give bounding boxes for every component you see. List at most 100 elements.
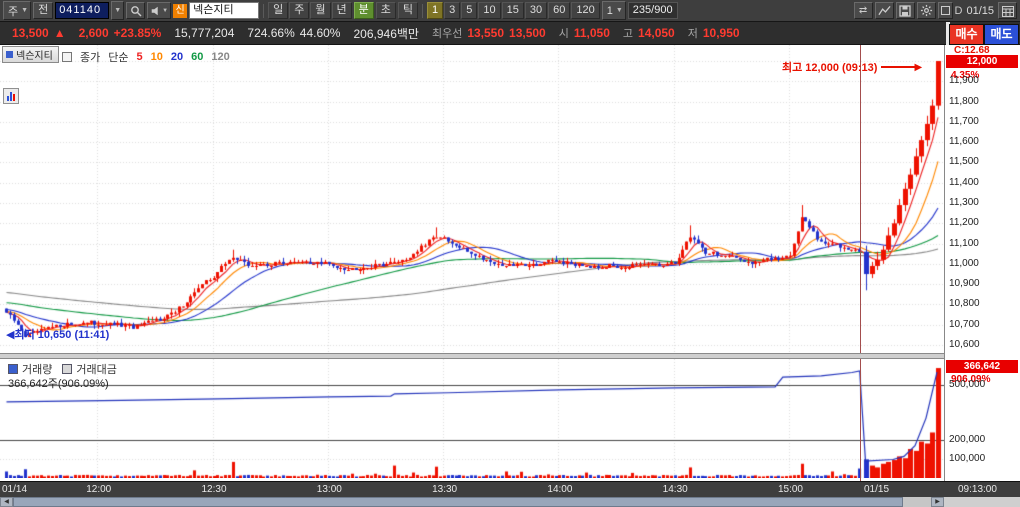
stock-code-input[interactable]: 041140 (55, 2, 110, 19)
ma-period-label-60: 60 (191, 51, 204, 63)
time-axis-label: 14:00 (547, 484, 573, 495)
stock-name-input[interactable]: 넥슨지티 (189, 2, 260, 19)
interval-button-15[interactable]: 15 (501, 2, 524, 19)
trade-value: 206,946백만 (353, 26, 419, 41)
volume-legend-icon[interactable] (8, 364, 18, 374)
toolbar-separator (422, 3, 423, 18)
low-price: 10,950 (702, 26, 740, 40)
time-axis-label: 01/14 (2, 484, 28, 495)
price-tick-label: 11,800 (949, 95, 979, 107)
chart-type-combo[interactable]: 주 ▼ (3, 1, 32, 20)
speaker-icon[interactable]: ▼ (147, 2, 172, 19)
stock-chart-window: 주 ▼ 전 041140 ▼ ▼ 신 넥슨지티 일주월년 분 초 틱 1 3 5 10… (0, 0, 1020, 507)
toolbar-separator (263, 3, 265, 18)
legend-checkbox-icon[interactable] (62, 52, 72, 62)
high-annotation: 최고 12,000 (09:13) ▶ (782, 61, 923, 75)
ma-period-label-120: 120 (211, 51, 230, 63)
interval-button-30[interactable]: 30 (524, 2, 548, 19)
code-history-dropdown[interactable]: ▼ (111, 1, 125, 20)
chart-tab[interactable]: 넥슨지티 (2, 46, 59, 63)
scrollbar-corner (944, 497, 1020, 507)
time-axis-label: 14:30 (662, 484, 688, 495)
interval-button-group: 1 3 5 10 15 30 60 120 (427, 2, 600, 19)
pane-splitter[interactable] (0, 353, 1020, 359)
current-price: 13,500 (12, 26, 49, 40)
low-label: 저 (687, 28, 698, 40)
time-axis-label: 13:30 (432, 484, 458, 495)
value-legend-icon[interactable] (62, 364, 73, 374)
high-price: 14,050 (638, 26, 675, 40)
volume-chart-canvas[interactable] (0, 359, 944, 478)
timeframe-button-group: 일주월년 (268, 2, 352, 19)
time-axis-label: 01/15 (863, 484, 890, 495)
interval-button-3[interactable]: 3 (444, 2, 461, 19)
volume-today: 15,777,204 (174, 26, 235, 40)
price-tick-label: 11,700 (949, 115, 979, 127)
last-volume-box: 366,642 (946, 360, 1018, 373)
chevron-down-icon: ▼ (162, 7, 169, 14)
timeframe-second-button[interactable]: 초 (375, 2, 396, 19)
timeframe-button-1[interactable]: 주 (289, 2, 310, 19)
chart-tab-label: 넥슨지티 (16, 51, 53, 62)
timeframe-minute-button[interactable]: 분 (353, 2, 374, 19)
timeframe-button-3[interactable]: 년 (331, 2, 352, 19)
calendar-icon[interactable] (998, 2, 1017, 19)
ma-period-label-5: 5 (136, 51, 143, 63)
chart-tab-icon (6, 51, 13, 58)
ma-period-list: 5 10 20 60 120 (137, 51, 230, 63)
turnover-pct: 44.60% (299, 26, 341, 40)
arrow-right-icon: ▶ (914, 61, 923, 73)
horizontal-scrollbar[interactable]: ◀ ▶ (0, 497, 1020, 507)
ma-legend: 종가 단순 5 10 20 60 120 (62, 49, 230, 65)
scroll-right-button[interactable]: ▶ (931, 497, 944, 507)
price-tick-label: 11,300 (949, 197, 979, 209)
compare-arrows-icon[interactable]: ⇄ (853, 2, 873, 19)
price-change-pct: +23.85% (113, 26, 162, 40)
scroll-left-button[interactable]: ◀ (0, 497, 13, 507)
chart-type-combo-label: 주 (8, 5, 19, 18)
price-tick-label: 11,600 (949, 136, 979, 148)
chevron-down-icon: ▼ (21, 7, 29, 14)
scrollbar-thumb[interactable] (13, 497, 903, 507)
time-axis-label: 13:00 (316, 484, 342, 495)
legend-close-label: 종가 (80, 52, 101, 64)
credit-badge: 신 (173, 3, 188, 18)
prev-stock-button[interactable]: 전 (33, 2, 54, 19)
timeframe-button-0[interactable]: 일 (268, 2, 289, 19)
high-label: 고 (622, 28, 634, 40)
best-ask: 13,550 (467, 26, 505, 40)
timeframe-button-2[interactable]: 월 (310, 2, 331, 19)
chevron-down-icon: ▼ (615, 7, 623, 14)
price-axis-column: C:12.68 12,000 4.35% 11,900 11,800 11,700 1… (944, 45, 1020, 481)
time-axis: 09:13:00 01/14 12:00 12:30 13:00 13:30 14:00 1… (0, 481, 1020, 497)
ma-period-label-20: 20 (170, 51, 184, 63)
price-change: 2,600 (78, 26, 109, 40)
interval-button-5[interactable]: 5 (461, 2, 478, 19)
price-tick-label: 11,900 (949, 75, 979, 87)
sell-button[interactable]: 매도 (984, 24, 1019, 45)
gear-icon[interactable] (916, 2, 936, 19)
legend-type-label: 단순 (108, 52, 129, 64)
buy-button[interactable]: 매수 (949, 24, 984, 45)
chart-region: 넥슨지티 종가 단순 5 10 20 60 120 최고 12,000 (09:13) … (0, 45, 1020, 481)
window-icon[interactable] (937, 2, 953, 19)
search-icon[interactable] (126, 2, 146, 19)
line-chart-icon[interactable] (874, 2, 894, 19)
quote-bar: 13,500 ▲ 2,600 +23.85% 15,777,204 724.66… (0, 22, 1020, 45)
volume-ratio: 724.66% (247, 26, 295, 40)
price-tick-label: 11,100 (949, 237, 979, 249)
interval-button-1[interactable]: 1 (427, 2, 444, 19)
price-tick-label: 11,500 (949, 156, 979, 168)
interval-button-60[interactable]: 60 (548, 2, 571, 19)
price-chart-canvas[interactable] (0, 45, 944, 353)
chart-tool-button[interactable] (3, 88, 19, 104)
save-icon[interactable] (895, 2, 915, 19)
interval-button-120[interactable]: 120 (571, 2, 600, 19)
interval-button-10[interactable]: 10 (478, 2, 501, 19)
time-axis-label: 12:30 (201, 484, 227, 495)
ma-period-label-10: 10 (150, 51, 163, 63)
low-annotation: ◀최저 10,650 (11:41) (6, 329, 110, 341)
interval-combo[interactable]: 1 ▼ (601, 1, 626, 20)
timeframe-tick-button[interactable]: 틱 (397, 2, 418, 19)
price-tick-label: 10,900 (949, 278, 980, 290)
